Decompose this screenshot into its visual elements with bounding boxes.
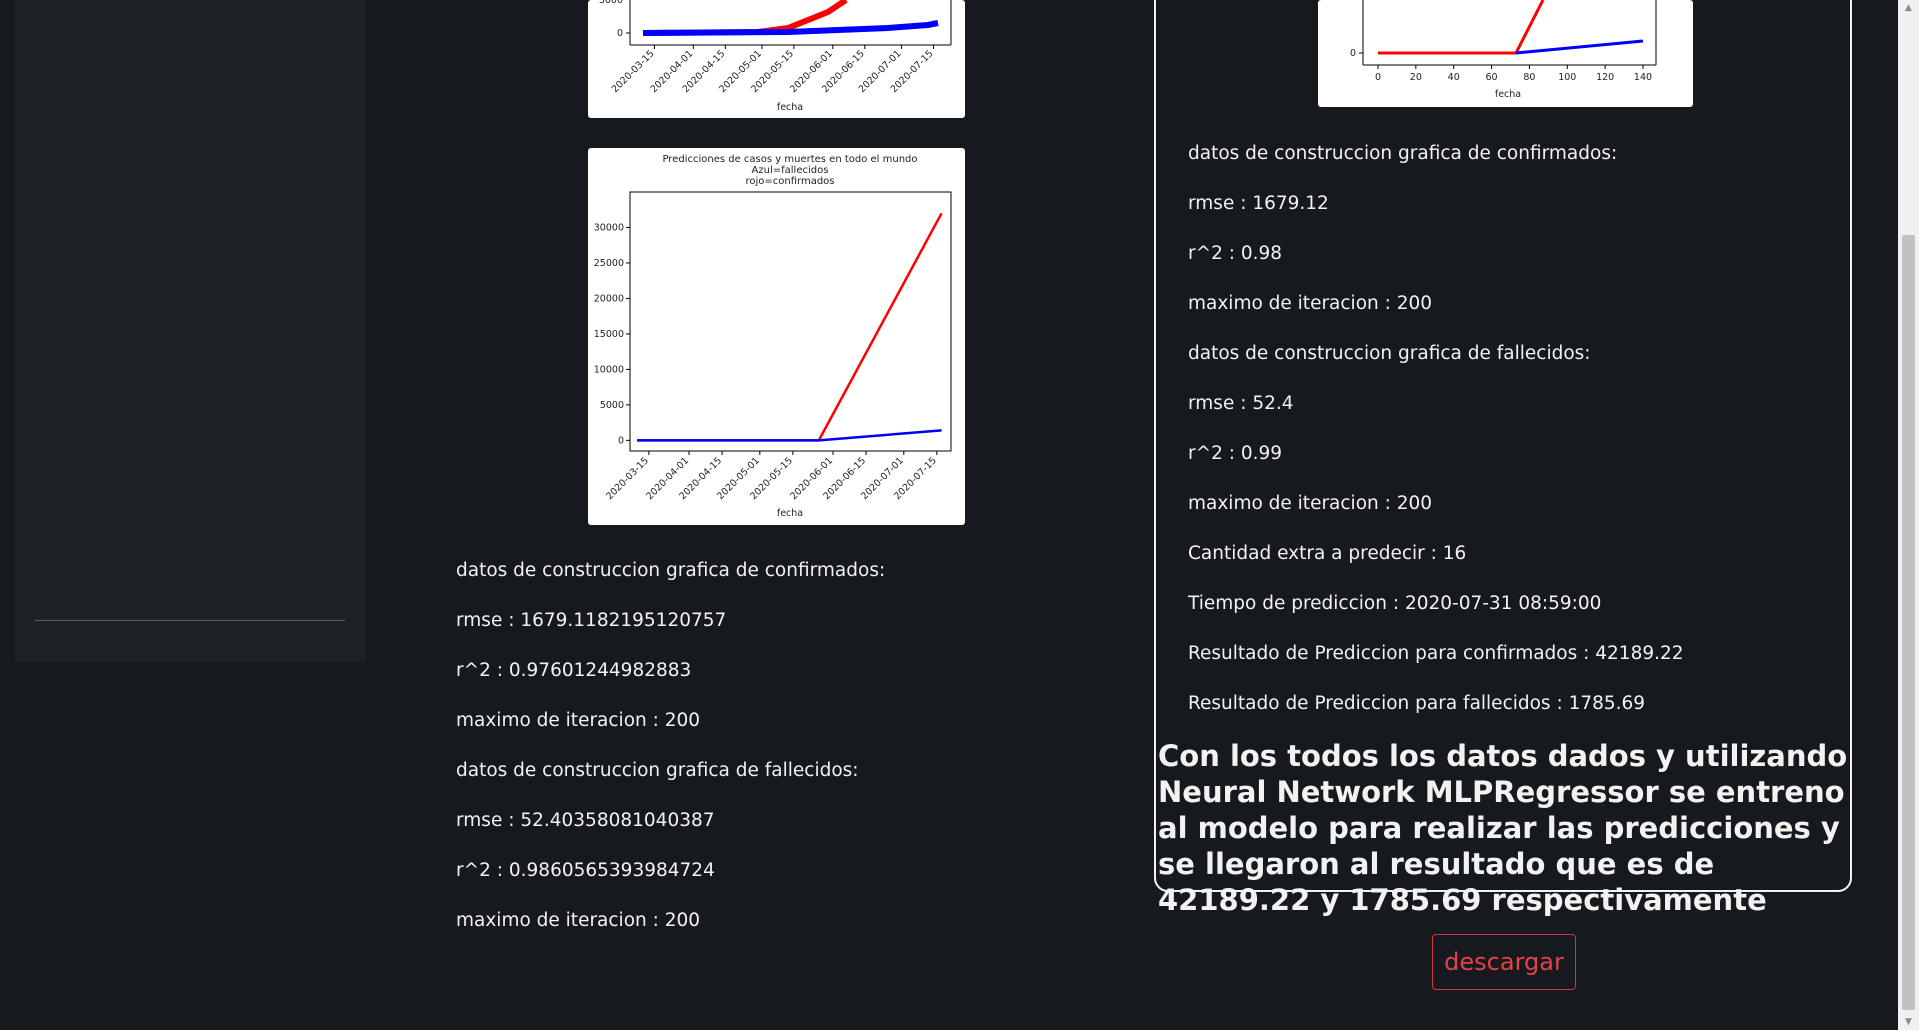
chart-index-prediction: 0 0 20 40 60 80 100 120 140 fecha <box>1318 0 1693 107</box>
scrollbar[interactable]: ▲ ▼ <box>1898 0 1919 1030</box>
right-deaths-r2: r^2 : 0.99 <box>1188 443 1283 464</box>
right-confirmed-r2: r^2 : 0.98 <box>1188 243 1283 264</box>
y-tick-label: 0 <box>1350 48 1356 59</box>
series-line-deaths <box>637 429 942 442</box>
left-deaths-max-iter: maximo de iteracion : 200 <box>456 910 701 931</box>
x-tick-label: 80 <box>1523 72 1535 83</box>
left-deaths-rmse: rmse : 52.40358081040387 <box>456 810 715 831</box>
sidebar-divider <box>35 620 345 621</box>
result-confirmed: Resultado de Prediccion para confirmados… <box>1188 643 1684 664</box>
left-confirmed-max-iter: maximo de iteracion : 200 <box>456 710 701 731</box>
chart-index-prediction-svg: 0 0 20 40 60 80 100 120 140 fecha <box>1350 0 1657 100</box>
result-deaths: Resultado de Prediccion para fallecidos … <box>1188 693 1646 714</box>
left-confirmed-rmse: rmse : 1679.1182195120757 <box>456 610 727 631</box>
x-tick-label: 20 <box>1410 72 1422 83</box>
chart-title: Predicciones de casos y muertes en todo … <box>662 154 917 165</box>
scroll-down-icon[interactable]: ▼ <box>1898 1014 1919 1030</box>
x-axis-label: fecha <box>777 508 803 519</box>
right-confirmed-header: datos de construccion grafica de confirm… <box>1188 143 1618 164</box>
chart-date-scatter: 0 3000 2020-03-15 2020-04-01 2020-04-15 202… <box>588 0 965 118</box>
scroll-up-icon[interactable]: ▲ <box>1898 0 1919 16</box>
scroll-thumb[interactable] <box>1902 235 1915 1010</box>
left-deaths-header: datos de construccion grafica de falleci… <box>456 760 859 781</box>
chart-date-scatter-svg: 0 3000 2020-03-152020-04-012020-04-15202… <box>599 0 952 113</box>
x-axis-label: fecha <box>777 102 803 113</box>
prediction-time: Tiempo de prediccion : 2020-07-31 08:59:… <box>1188 593 1602 614</box>
y-tick-label: 20000 <box>594 293 624 304</box>
right-confirmed-rmse: rmse : 1679.12 <box>1188 193 1329 214</box>
x-tick-label: 100 <box>1558 72 1576 83</box>
y-tick-label: 30000 <box>594 222 624 233</box>
x-tick-label: 120 <box>1596 72 1614 83</box>
chart-subtitle-1: Azul=fallecidos <box>752 165 829 176</box>
extra-to-predict: Cantidad extra a predecir : 16 <box>1188 543 1467 564</box>
right-deaths-rmse: rmse : 52.4 <box>1188 393 1294 414</box>
y-tick-label: 0 <box>618 435 624 446</box>
chart-predictions: Predicciones de casos y muertes en todo … <box>588 148 965 525</box>
y-tick-label: 0 <box>617 28 623 39</box>
sidebar <box>15 0 365 662</box>
x-axis-label: fecha <box>1495 89 1521 100</box>
y-tick-label: 15000 <box>594 329 624 340</box>
chart-subtitle-2: rojo=confirmados <box>745 176 834 187</box>
left-confirmed-r2: r^2 : 0.97601244982883 <box>456 660 692 681</box>
left-deaths-r2: r^2 : 0.9860565393984724 <box>456 860 715 881</box>
right-deaths-header: datos de construccion grafica de falleci… <box>1188 343 1591 364</box>
chart-predictions-svg: Predicciones de casos y muertes en todo … <box>594 154 952 519</box>
y-tick-label: 25000 <box>594 258 624 269</box>
x-tick-label: 0 <box>1375 72 1381 83</box>
x-tick-label: 40 <box>1448 72 1460 83</box>
plot-frame <box>629 191 952 452</box>
y-tick-label: 10000 <box>594 364 624 375</box>
x-tick-label: 60 <box>1486 72 1498 83</box>
conclusion-text: Con los todos los datos dados y utilizan… <box>1158 739 1848 917</box>
right-confirmed-max-iter: maximo de iteracion : 200 <box>1188 293 1433 314</box>
download-button[interactable]: descargar <box>1432 934 1576 990</box>
left-confirmed-header: datos de construccion grafica de confirm… <box>456 560 886 581</box>
y-tick-label: 5000 <box>600 400 624 411</box>
y-tick-label-cut: 3000 <box>599 0 623 6</box>
x-tick-label: 140 <box>1634 72 1652 83</box>
right-deaths-max-iter: maximo de iteracion : 200 <box>1188 493 1433 514</box>
series-line-confirmed <box>637 212 943 442</box>
